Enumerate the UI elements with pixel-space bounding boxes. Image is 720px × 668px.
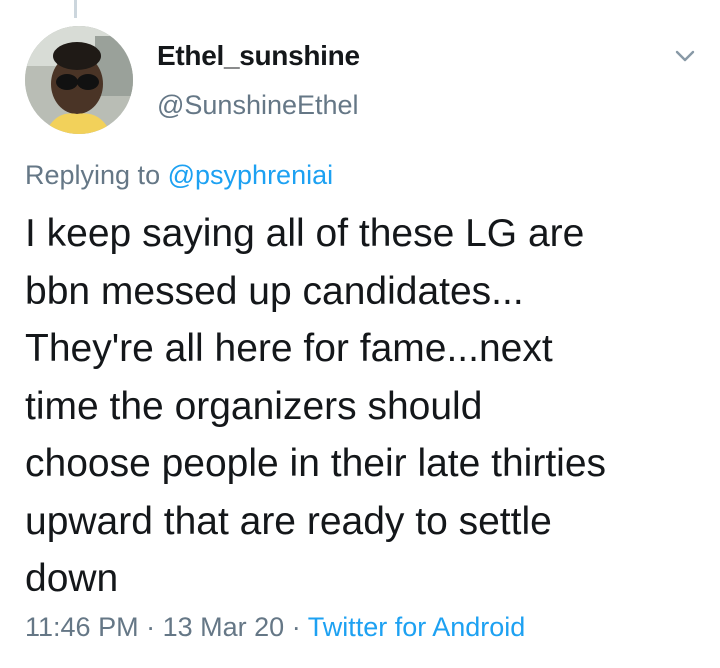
meta-separator: ·: [291, 612, 301, 642]
thread-connector-line: [74, 0, 77, 18]
meta-separator: ·: [146, 612, 156, 642]
replying-to: Replying to @psyphreniai: [25, 160, 333, 191]
tweet-source-link[interactable]: Twitter for Android: [308, 612, 526, 642]
tweet-menu-button[interactable]: [670, 42, 700, 70]
replying-to-mention-link[interactable]: @psyphreniai: [168, 160, 334, 190]
user-avatar-photo-icon: [25, 26, 133, 134]
replying-to-label: Replying to: [25, 160, 161, 190]
tweet-time[interactable]: 11:46 PM: [25, 612, 139, 642]
tweet-metadata: 11:46 PM · 13 Mar 20 · Twitter for Andro…: [25, 612, 525, 643]
author-display-name[interactable]: Ethel_sunshine: [157, 40, 360, 72]
tweet-body-text: I keep saying all of these LG are bbn me…: [25, 212, 607, 600]
chevron-down-icon: [675, 50, 695, 62]
tweet-date[interactable]: 13 Mar 20: [163, 612, 285, 642]
author-handle[interactable]: @SunshineEthel: [157, 90, 359, 121]
author-avatar[interactable]: [25, 26, 133, 134]
